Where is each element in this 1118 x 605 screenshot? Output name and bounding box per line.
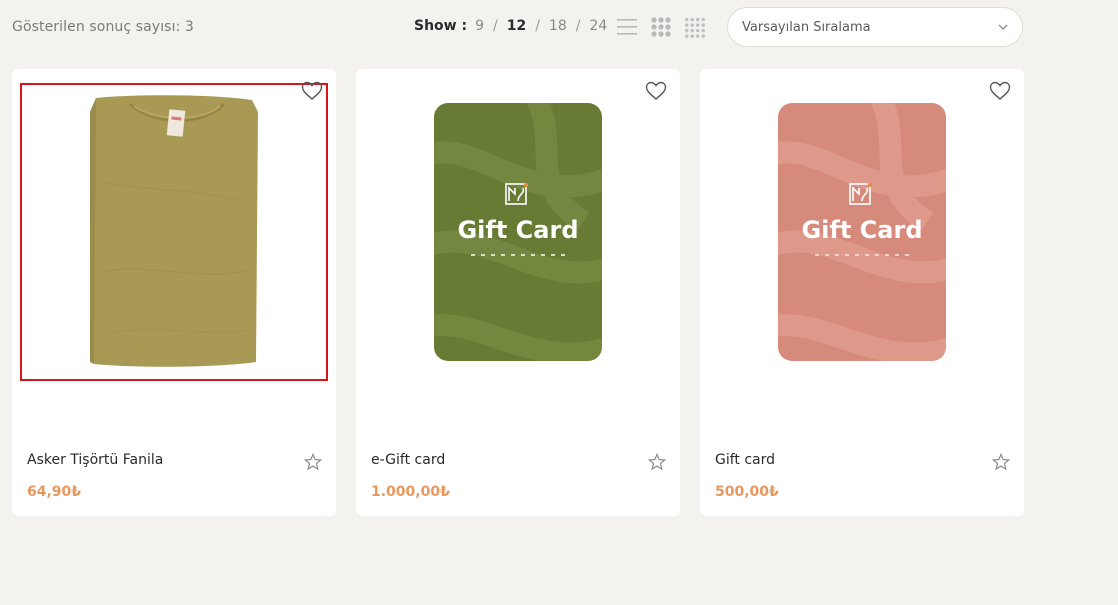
shop-toolbar: Gösterilen sonuç sayısı: 3 Show : 9 / 12… xyxy=(0,0,1118,56)
per-page-18[interactable]: 18 xyxy=(549,18,567,34)
product-image[interactable]: Gift Card xyxy=(710,85,1014,379)
per-page-separator: / xyxy=(535,18,540,34)
gift-card-text: Gift Card xyxy=(457,216,578,244)
sort-select[interactable]: Varsayılan Sıralama xyxy=(727,7,1023,47)
product-card[interactable]: Asker Tişörtü Fanila 64,90₺ xyxy=(12,69,336,516)
list-view-button[interactable] xyxy=(616,16,638,38)
per-page-24[interactable]: 24 xyxy=(589,18,607,34)
heart-icon[interactable] xyxy=(989,81,1011,101)
per-page-selector: Show : 9 / 12 / 18 / 24 xyxy=(414,18,607,34)
grid-4-icon xyxy=(685,17,705,38)
show-label: Show : xyxy=(414,18,468,34)
product-price: 1.000,00₺ xyxy=(371,484,450,500)
gift-card-image: Gift Card xyxy=(434,103,602,361)
grid-3-icon xyxy=(651,17,671,37)
product-card[interactable]: Gift Card e-Gift card 1.000,00₺ xyxy=(356,69,680,516)
per-page-9[interactable]: 9 xyxy=(475,18,484,34)
result-count: Gösterilen sonuç sayısı: 3 xyxy=(12,19,194,35)
product-price: 64,90₺ xyxy=(27,484,82,500)
per-page-12[interactable]: 12 xyxy=(507,18,526,34)
view-toggles xyxy=(616,16,706,38)
star-icon[interactable] xyxy=(304,453,322,471)
product-image[interactable] xyxy=(20,83,328,381)
per-page-separator: / xyxy=(575,18,581,34)
sort-selected-value: Varsayılan Sıralama xyxy=(742,19,871,35)
star-icon[interactable] xyxy=(992,453,1010,471)
grid-3-view-button[interactable] xyxy=(650,16,672,38)
tshirt-image xyxy=(90,95,258,367)
product-title[interactable]: Asker Tişörtü Fanila xyxy=(27,452,163,468)
star-icon[interactable] xyxy=(648,453,666,471)
product-card[interactable]: Gift Card Gift card 500,00₺ xyxy=(700,69,1024,516)
per-page-separator: / xyxy=(493,18,498,34)
heart-icon[interactable] xyxy=(301,81,323,101)
gift-card-image: Gift Card xyxy=(778,103,946,361)
gift-card-text: Gift Card xyxy=(801,216,922,244)
product-title[interactable]: Gift card xyxy=(715,452,775,468)
list-view-icon xyxy=(617,19,637,35)
product-title[interactable]: e-Gift card xyxy=(371,452,445,468)
grid-4-view-button[interactable] xyxy=(684,16,706,38)
chevron-down-icon xyxy=(998,24,1008,30)
product-image[interactable]: Gift Card xyxy=(366,85,670,379)
heart-icon[interactable] xyxy=(645,81,667,101)
product-price: 500,00₺ xyxy=(715,484,779,500)
